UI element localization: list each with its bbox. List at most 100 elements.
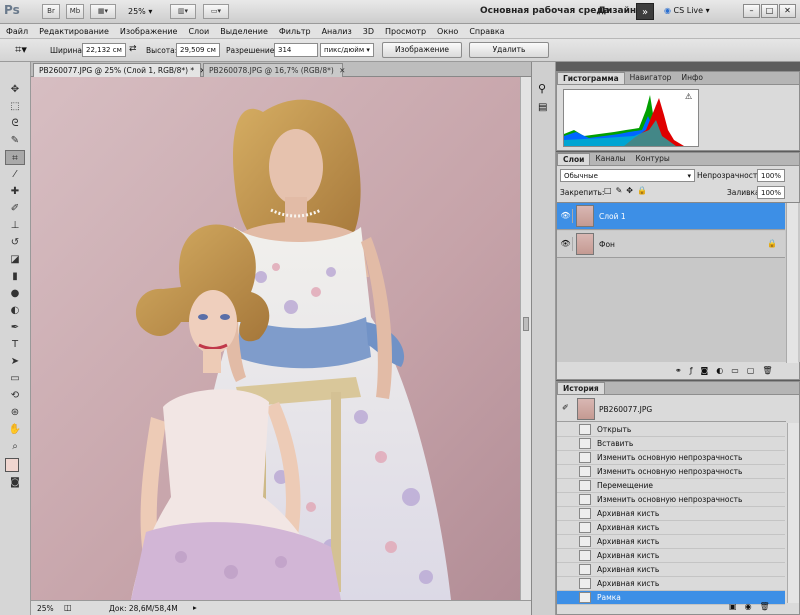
tab-navigator[interactable]: Навигатор — [625, 72, 677, 84]
arrange-documents-dropdown[interactable]: ▥▾ — [170, 4, 196, 19]
adjustment-layer-icon[interactable]: ◐ — [716, 366, 731, 375]
blend-mode-select[interactable]: Обычные ▾ — [560, 169, 695, 182]
menu-window[interactable]: Окно — [437, 27, 458, 36]
history-snapshot[interactable]: ✐ PB260077.JPG — [557, 396, 786, 422]
status-info-icon[interactable]: ◫ — [64, 603, 72, 612]
menu-layer[interactable]: Слои — [188, 27, 209, 36]
fill-field[interactable]: 100% — [757, 186, 785, 199]
foreground-color-swatch[interactable] — [5, 458, 19, 472]
layer-row-layer1[interactable]: 👁 Слой 1 — [557, 203, 785, 230]
layer-style-icon[interactable]: ƒ — [690, 366, 701, 375]
menu-view[interactable]: Просмотр — [385, 27, 426, 36]
shape-tool-icon[interactable]: ▭ — [5, 371, 25, 386]
cs-live-menu[interactable]: ◉ CS Live ▾ — [664, 6, 710, 15]
link-layers-icon[interactable]: ⚭ — [675, 366, 690, 375]
clone-stamp-tool-icon[interactable]: ⊥ — [5, 218, 25, 233]
lock-all-icon[interactable]: 🔒 — [637, 186, 651, 195]
document-tab-active[interactable]: PB260077.JPG @ 25% (Слой 1, RGB/8*) * ✕ — [33, 63, 206, 77]
blur-tool-icon[interactable]: ● — [5, 286, 25, 301]
delete-state-icon[interactable]: 🗑 — [760, 602, 778, 611]
history-item[interactable]: Изменить основную непрозрачность — [557, 451, 785, 465]
bridge-button[interactable]: Br — [42, 4, 60, 19]
tab-info[interactable]: Инфо — [676, 72, 708, 84]
marquee-tool-icon[interactable]: ⬚ — [5, 99, 25, 114]
brush-presets-panel-icon[interactable]: ▤ — [538, 102, 547, 113]
move-tool-icon[interactable]: ✥ — [5, 82, 25, 97]
lasso-tool-icon[interactable]: ᘓ — [5, 116, 25, 131]
resolution-field[interactable]: 314 — [274, 43, 318, 57]
actions-panel-icon[interactable]: ⚲ — [538, 82, 546, 95]
3d-rotate-tool-icon[interactable]: ⟲ — [5, 388, 25, 403]
scrollbar-thumb[interactable] — [523, 317, 529, 331]
crop-tool-icon[interactable]: ⌗ — [5, 150, 25, 165]
view-extras-dropdown[interactable]: ▦▾ — [90, 4, 116, 19]
add-mask-icon[interactable]: ◙ — [701, 366, 717, 375]
width-field[interactable]: 22,132 см — [82, 43, 126, 57]
menu-analysis[interactable]: Анализ — [322, 27, 352, 36]
pen-tool-icon[interactable]: ✒ — [5, 320, 25, 335]
history-item[interactable]: Перемещение — [557, 479, 785, 493]
close-button[interactable]: ✕ — [779, 4, 796, 18]
quick-mask-icon[interactable]: ◙ — [5, 475, 25, 490]
history-item[interactable]: Архивная кисть — [557, 563, 785, 577]
eyedropper-tool-icon[interactable]: ⁄ — [5, 167, 25, 182]
tab-history[interactable]: История — [557, 382, 605, 394]
type-tool-icon[interactable]: T — [5, 337, 25, 352]
new-snapshot-icon[interactable]: ◉ — [745, 602, 760, 611]
menu-file[interactable]: Файл — [6, 27, 28, 36]
document-tab-inactive[interactable]: PB260078.JPG @ 16,7% (RGB/8*) ✕ — [203, 63, 345, 77]
minimize-button[interactable]: – — [743, 4, 760, 18]
histogram-warning-icon[interactable]: ⚠ — [685, 92, 692, 101]
more-workspaces-button[interactable]: » — [636, 3, 654, 20]
maximize-button[interactable]: □ — [761, 4, 778, 18]
crop-tool-preset-picker[interactable]: ⌗▾ — [4, 42, 38, 58]
history-item[interactable]: Архивная кисть — [557, 535, 785, 549]
zoom-level-dropdown[interactable]: 25% ▾ — [128, 7, 152, 16]
new-layer-icon[interactable]: ▢ — [747, 366, 763, 375]
3d-orbit-tool-icon[interactable]: ⊛ — [5, 405, 25, 420]
dodge-tool-icon[interactable]: ◐ — [5, 303, 25, 318]
history-item[interactable]: Открыть — [557, 423, 785, 437]
lock-image-icon[interactable]: ✎ — [616, 186, 627, 195]
history-item[interactable]: Изменить основную непрозрачность — [557, 465, 785, 479]
menu-filter[interactable]: Фильтр — [279, 27, 311, 36]
menu-edit[interactable]: Редактирование — [39, 27, 109, 36]
clear-button[interactable]: Удалить — [469, 42, 549, 58]
menu-3d[interactable]: 3D — [363, 27, 374, 36]
snapshot-brush-source-icon[interactable]: ✐ — [562, 403, 569, 412]
brush-tool-icon[interactable]: ✐ — [5, 201, 25, 216]
layer-row-background[interactable]: 👁 Фон 🔒 — [557, 231, 785, 258]
history-scrollbar[interactable] — [787, 423, 799, 603]
hand-tool-icon[interactable]: ✋ — [5, 422, 25, 437]
layers-scrollbar[interactable] — [786, 203, 798, 363]
new-document-from-state-icon[interactable]: ▣ — [729, 602, 745, 611]
menu-image[interactable]: Изображение — [120, 27, 178, 36]
tab-channels[interactable]: Каналы — [590, 153, 630, 165]
lock-icons[interactable]: □✎✥🔒 — [604, 186, 651, 195]
visibility-eye-icon[interactable]: 👁 — [559, 237, 573, 251]
zoom-tool-icon[interactable]: ⌕ — [5, 439, 25, 454]
history-brush-tool-icon[interactable]: ↺ — [5, 235, 25, 250]
quick-selection-tool-icon[interactable]: ✎ — [5, 133, 25, 148]
status-menu-icon[interactable]: ▸ — [193, 603, 197, 612]
height-field[interactable]: 29,509 см — [176, 43, 220, 57]
opacity-field[interactable]: 100% — [757, 169, 785, 182]
swap-dimensions-icon[interactable]: ⇄ — [129, 44, 137, 54]
close-tab-icon[interactable]: ✕ — [339, 66, 345, 75]
front-image-button[interactable]: Изображение — [382, 42, 462, 58]
tab-layers[interactable]: Слои — [557, 153, 591, 165]
gradient-tool-icon[interactable]: ▮ — [5, 269, 25, 284]
history-item[interactable]: Изменить основную непрозрачность — [557, 493, 785, 507]
history-item[interactable]: Вставить — [557, 437, 785, 451]
screen-mode-dropdown[interactable]: ▭▾ — [203, 4, 229, 19]
path-selection-tool-icon[interactable]: ➤ — [5, 354, 25, 369]
history-item[interactable]: Архивная кисть — [557, 507, 785, 521]
menu-help[interactable]: Справка — [469, 27, 504, 36]
resolution-unit-select[interactable]: пикс/дюйм ▾ — [320, 43, 374, 57]
tab-histogram[interactable]: Гистограмма — [557, 72, 625, 84]
delete-layer-icon[interactable]: 🗑 — [762, 366, 780, 375]
healing-brush-tool-icon[interactable]: ✚ — [5, 184, 25, 199]
status-zoom-field[interactable]: 25% — [37, 604, 54, 613]
history-item[interactable]: Архивная кисть — [557, 521, 785, 535]
tab-paths[interactable]: Контуры — [631, 153, 675, 165]
